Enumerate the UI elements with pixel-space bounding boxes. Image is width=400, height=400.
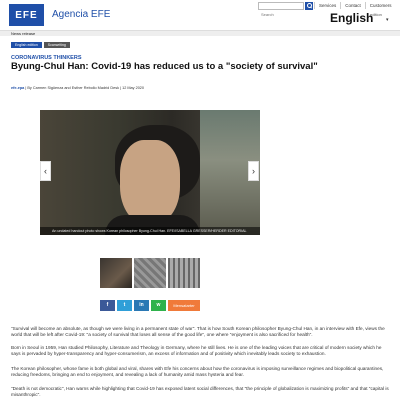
brand-name[interactable]: Agencia EFE — [52, 9, 110, 20]
share-linkedin-button[interactable]: in — [134, 300, 149, 311]
chevron-down-icon[interactable]: ▾ — [386, 17, 389, 23]
subnav-bar: News release — [0, 30, 400, 36]
gallery-thumbnail-1[interactable] — [100, 258, 132, 288]
page-title: Byung-Chul Han: Covid-19 has reduced us … — [11, 61, 318, 72]
subnav-news-release[interactable]: News release — [11, 31, 35, 37]
search-icon[interactable] — [305, 2, 313, 10]
share-more-button[interactable]: Mensatarter — [168, 300, 200, 311]
search-box — [258, 2, 304, 18]
efe-logo[interactable]: EFE — [9, 4, 44, 26]
article-paragraph: Born in Seoul in 1959, Han studied Philo… — [11, 345, 382, 357]
gallery-thumbnail-2[interactable] — [134, 258, 166, 288]
language-selector[interactable]: English — [330, 11, 373, 25]
article-paragraph: "Death is not democratic", Han warns whi… — [11, 386, 389, 398]
nav-contact[interactable]: Contact — [340, 2, 365, 9]
byline-text: | By Carmen Sigüenza and Esther Rebollo … — [24, 86, 145, 90]
photo-subject-face — [120, 140, 180, 225]
share-twitter-button[interactable]: t — [117, 300, 132, 311]
share-whatsapp-button[interactable]: w — [151, 300, 166, 311]
gallery-next-button[interactable]: › — [248, 161, 259, 181]
share-facebook-button[interactable]: f — [100, 300, 115, 311]
breadcrumb-section[interactable]: Scanwriting — [43, 42, 70, 48]
gallery-thumbnail-3[interactable] — [168, 258, 200, 288]
nav-services[interactable]: Services — [314, 2, 340, 9]
site-header: EFE Agencia EFE Services Contact Custome… — [0, 0, 400, 30]
article-photo[interactable]: An undated handout photo shows Korean ph… — [40, 110, 260, 235]
gallery-prev-button[interactable]: ‹ — [40, 161, 51, 181]
top-nav: Services Contact Customers — [314, 2, 396, 9]
breadcrumb: English edition Scanwriting — [11, 42, 70, 48]
search-input[interactable] — [259, 11, 303, 18]
edition-label: edition — [370, 12, 382, 17]
article-paragraph: The Korean philosopher, whose fame is bo… — [11, 366, 384, 378]
article-byline: efe-epa | By Carmen Sigüenza and Esther … — [11, 86, 144, 90]
breadcrumb-edition[interactable]: English edition — [11, 42, 42, 48]
nav-customers[interactable]: Customers — [364, 2, 396, 9]
article-paragraph: "Survival will become an absolute, as th… — [11, 326, 385, 338]
byline-agency[interactable]: efe-epa — [11, 86, 24, 90]
photo-caption: An undated handout photo shows Korean ph… — [40, 227, 260, 235]
